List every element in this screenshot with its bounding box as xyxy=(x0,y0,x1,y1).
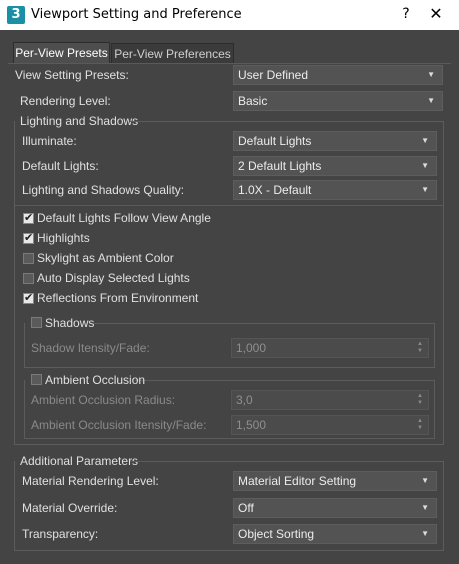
tab-per-view-presets[interactable]: Per-View Presets xyxy=(13,42,110,64)
transparency-value: Object Sorting xyxy=(238,527,315,541)
window-title: Viewport Setting and Preference xyxy=(31,7,242,22)
default-lights-value: 2 Default Lights xyxy=(238,159,322,173)
material-rendering-value: Material Editor Setting xyxy=(238,474,357,488)
shadow-fade-label: Shadow Itensity/Fade: xyxy=(31,341,150,355)
ao-radius-spinner[interactable]: 3,0 ▲ ▼ xyxy=(231,390,429,410)
ao-radius-label: Ambient Occlusion Radius: xyxy=(31,393,176,407)
follow-view-angle-checkbox[interactable] xyxy=(23,211,34,224)
chevron-down-icon: ▼ xyxy=(421,503,429,512)
default-lights-dropdown[interactable]: 2 Default Lights ▼ xyxy=(233,156,437,176)
ao-checkbox[interactable] xyxy=(31,374,42,385)
rendering-level-dropdown[interactable]: Basic ▼ xyxy=(233,91,443,111)
chevron-down-icon: ▼ xyxy=(427,96,435,105)
shadows-label: Shadows xyxy=(45,316,95,330)
highlights-checkbox[interactable] xyxy=(23,231,34,244)
app-icon: 3 xyxy=(7,6,25,24)
illuminate-value: Default Lights xyxy=(238,134,312,148)
reflections-checkbox[interactable] xyxy=(23,291,34,304)
ao-label: Ambient Occlusion xyxy=(45,373,146,387)
skylight-ambient-label: Skylight as Ambient Color xyxy=(37,251,174,265)
illuminate-dropdown[interactable]: Default Lights ▼ xyxy=(233,131,437,151)
help-button[interactable]: ? xyxy=(396,4,416,24)
material-override-dropdown[interactable]: Off ▼ xyxy=(233,498,437,518)
highlights-label: Highlights xyxy=(37,231,90,245)
ao-fade-value: 1,500 xyxy=(236,418,267,432)
presets-dropdown[interactable]: User Defined ▼ xyxy=(233,65,443,85)
quality-dropdown[interactable]: 1.0X - Default ▼ xyxy=(233,180,437,200)
quality-label: Lighting and Shadows Quality: xyxy=(22,183,185,197)
shadows-checkbox[interactable] xyxy=(31,317,42,328)
spinner-arrows-icon[interactable]: ▲ ▼ xyxy=(417,418,423,432)
material-rendering-dropdown[interactable]: Material Editor Setting ▼ xyxy=(233,471,437,491)
transparency-label: Transparency: xyxy=(22,527,99,541)
chevron-down-icon: ▼ xyxy=(421,136,429,145)
default-lights-label: Default Lights: xyxy=(22,159,99,173)
auto-display-lights-label: Auto Display Selected Lights xyxy=(37,271,190,285)
divider xyxy=(15,205,443,206)
chevron-down-icon: ▼ xyxy=(421,529,429,538)
chevron-down-icon: ▼ xyxy=(421,476,429,485)
reflections-label: Reflections From Environment xyxy=(37,291,199,305)
title-bar: 3 Viewport Setting and Preference ? ✕ xyxy=(0,0,459,30)
transparency-dropdown[interactable]: Object Sorting ▼ xyxy=(233,524,437,544)
spinner-arrows-icon[interactable]: ▲ ▼ xyxy=(417,393,423,407)
chevron-down-icon: ▼ xyxy=(427,70,435,79)
presets-label: View Setting Presets: xyxy=(15,68,129,82)
spinner-arrows-icon[interactable]: ▲ ▼ xyxy=(417,341,423,355)
quality-value: 1.0X - Default xyxy=(238,183,312,197)
shadow-fade-spinner[interactable]: 1,000 ▲ ▼ xyxy=(231,338,429,358)
ao-radius-value: 3,0 xyxy=(236,393,253,407)
material-override-label: Material Override: xyxy=(22,501,118,515)
presets-value: User Defined xyxy=(238,68,309,82)
material-rendering-label: Material Rendering Level: xyxy=(22,474,159,488)
illuminate-label: Illuminate: xyxy=(22,134,77,148)
auto-display-lights-checkbox[interactable] xyxy=(23,273,34,284)
rendering-level-value: Basic xyxy=(238,94,268,108)
chevron-down-icon: ▼ xyxy=(421,185,429,194)
follow-view-angle-label: Default Lights Follow View Angle xyxy=(37,211,211,225)
close-button[interactable]: ✕ xyxy=(422,3,450,25)
ao-fade-label: Ambient Occlusion Itensity/Fade: xyxy=(31,418,207,432)
skylight-ambient-checkbox[interactable] xyxy=(23,253,34,264)
chevron-down-icon: ▼ xyxy=(421,161,429,170)
ao-fade-spinner[interactable]: 1,500 ▲ ▼ xyxy=(231,415,429,435)
tab-per-view-preferences[interactable]: Per-View Preferences xyxy=(111,43,234,63)
material-override-value: Off xyxy=(238,501,254,515)
shadow-fade-value: 1,000 xyxy=(236,341,267,355)
rendering-level-label: Rendering Level: xyxy=(20,94,111,108)
